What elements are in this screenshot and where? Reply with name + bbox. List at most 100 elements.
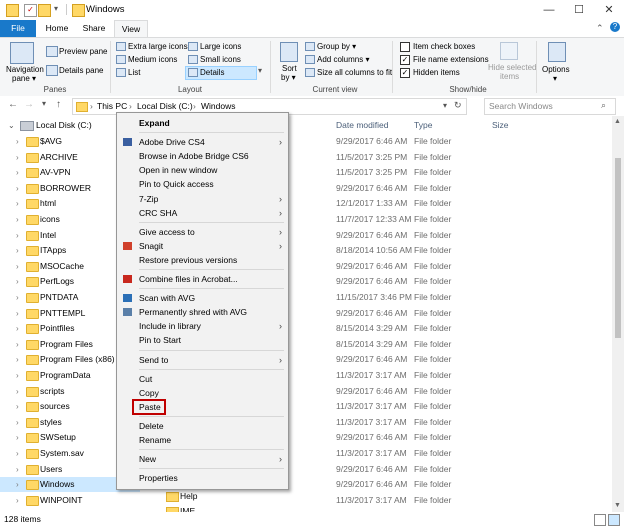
menu-item[interactable]: Cut (117, 372, 288, 386)
search-icon[interactable]: ⌕ (601, 100, 606, 111)
menu-item[interactable]: Scan with AVG (117, 291, 288, 305)
navigation-pane-label[interactable]: Navigation (6, 65, 44, 74)
sort-by-label[interactable]: Sort (282, 64, 297, 73)
menu-item[interactable]: Copy (117, 386, 288, 400)
menu-item[interactable]: New › (117, 452, 288, 466)
sort-by-icon[interactable] (280, 42, 298, 62)
navigation-pane-caret[interactable]: pane ▾ (12, 74, 36, 83)
new-folder-icon[interactable] (38, 4, 51, 17)
menu-item[interactable]: Paste (117, 400, 288, 414)
menu-item[interactable]: Properties (117, 471, 288, 485)
scrollbar[interactable]: ▲ ▼ (612, 116, 624, 512)
file-name-extensions-label[interactable]: File name extensions (413, 55, 489, 64)
menu-item[interactable]: Expand (117, 116, 288, 130)
tab-share[interactable]: Share (76, 20, 112, 37)
chevron-right-icon[interactable]: › (16, 384, 19, 399)
search-input[interactable]: Search Windows ⌕ (484, 98, 616, 115)
chevron-right-icon[interactable]: › (16, 306, 19, 321)
menu-item[interactable]: 7-Zip › (117, 192, 288, 206)
sort-by-caret[interactable]: by ▾ (281, 73, 296, 82)
chevron-right-icon[interactable]: › (16, 165, 19, 180)
file-name-row[interactable]: IME (140, 504, 330, 512)
hidden-items-checkbox[interactable]: ✓ (400, 68, 410, 78)
column-header-size[interactable]: Size (492, 120, 509, 130)
large-icons-option[interactable]: Large icons (200, 42, 241, 51)
tab-home[interactable]: Home (40, 20, 74, 37)
preview-pane-icon[interactable] (46, 46, 58, 57)
large-icons-view-icon[interactable] (608, 514, 620, 526)
file-name-extensions-checkbox[interactable]: ✓ (400, 55, 410, 65)
chevron-right-icon[interactable]: › (16, 415, 19, 430)
chevron-right-icon[interactable]: › (16, 150, 19, 165)
maximize-button[interactable]: ☐ (564, 0, 594, 20)
help-icon[interactable]: ? (610, 22, 620, 32)
chevron-right-icon[interactable]: › (16, 462, 19, 477)
forward-arrow-icon[interactable]: → (24, 99, 34, 110)
chevron-right-icon[interactable]: › (16, 321, 19, 336)
extra-large-icons-option[interactable]: Extra large icons (128, 42, 188, 51)
menu-item[interactable]: Include in library › (117, 319, 288, 333)
scroll-thumb[interactable] (615, 158, 621, 338)
chevron-right-icon[interactable]: › (16, 134, 19, 149)
layout-more-icon[interactable]: ▾ (258, 66, 262, 75)
breadcrumb-windows[interactable]: Windows (201, 101, 235, 111)
ribbon-collapse-icon[interactable]: ⌃ (596, 23, 604, 34)
small-icons-option[interactable]: Small icons (200, 55, 241, 64)
menu-item[interactable]: Combine files in Acrobat... (117, 272, 288, 286)
hide-selected-icon[interactable] (500, 42, 518, 60)
menu-item[interactable]: Restore previous versions (117, 253, 288, 267)
chevron-right-icon[interactable]: › (16, 352, 19, 367)
chevron-right-icon[interactable]: › (16, 196, 19, 211)
breadcrumb-local-disk[interactable]: Local Disk (C:) (137, 101, 193, 111)
menu-item[interactable]: CRC SHA › (117, 206, 288, 220)
navigation-pane-icon[interactable] (10, 42, 34, 64)
preview-pane-button[interactable]: Preview pane (59, 47, 107, 56)
close-button[interactable]: ✕ (594, 0, 624, 20)
list-option[interactable]: List (128, 68, 140, 77)
back-arrow-icon[interactable]: ← (8, 99, 18, 110)
chevron-right-icon[interactable]: › (16, 181, 19, 196)
scroll-down-icon[interactable]: ▼ (614, 502, 621, 509)
options-caret[interactable]: ▾ (553, 74, 557, 83)
properties-icon[interactable]: ✓ (24, 4, 37, 17)
item-check-boxes-label[interactable]: Item check boxes (413, 42, 475, 51)
minimize-button[interactable]: — (534, 0, 564, 20)
tab-view[interactable]: View (114, 20, 148, 38)
hidden-items-label[interactable]: Hidden items (413, 68, 460, 77)
menu-item[interactable]: Open in new window (117, 163, 288, 177)
recent-locations-icon[interactable]: ▾ (42, 99, 46, 108)
menu-item[interactable]: Send to › (117, 353, 288, 367)
hide-selected-label[interactable]: Hide selected (488, 63, 536, 72)
chevron-right-icon[interactable]: › (16, 337, 19, 352)
chevron-right-icon[interactable]: › (16, 493, 19, 508)
chevron-right-icon[interactable]: › (16, 430, 19, 445)
details-pane-icon[interactable] (46, 65, 58, 76)
chevron-right-icon[interactable]: › (16, 368, 19, 383)
chevron-right-icon[interactable]: › (16, 259, 19, 274)
menu-item[interactable]: Give access to › (117, 225, 288, 239)
menu-item[interactable]: Pin to Quick access (117, 177, 288, 191)
details-view-icon[interactable] (594, 514, 606, 526)
refresh-icon[interactable]: ↻ (454, 100, 462, 111)
chevron-right-icon[interactable]: › (16, 290, 19, 305)
menu-item[interactable]: Snagit › (117, 239, 288, 253)
details-option[interactable]: Details (200, 68, 224, 77)
item-check-boxes-checkbox[interactable] (400, 42, 410, 52)
menu-item[interactable]: Permanently shred with AVG (117, 305, 288, 319)
menu-item[interactable]: Browse in Adobe Bridge CS6 (117, 149, 288, 163)
chevron-right-icon[interactable]: › (16, 212, 19, 227)
menu-item[interactable]: Rename (117, 433, 288, 447)
options-button[interactable]: Options (542, 65, 570, 74)
nav-item[interactable]: › WINPOINT (0, 493, 140, 508)
chevron-right-icon[interactable]: › (16, 446, 19, 461)
column-header-date[interactable]: Date modified (336, 120, 388, 130)
chevron-right-icon[interactable]: › (16, 477, 19, 492)
menu-item[interactable]: Delete (117, 419, 288, 433)
menu-item[interactable]: Pin to Start (117, 333, 288, 347)
details-pane-button[interactable]: Details pane (59, 66, 103, 75)
column-header-type[interactable]: Type (414, 120, 432, 130)
chevron-right-icon[interactable]: › (16, 243, 19, 258)
chevron-right-icon[interactable]: › (16, 228, 19, 243)
customize-toolbar-icon[interactable]: ▾ (54, 4, 65, 15)
hide-selected-label-2[interactable]: items (500, 72, 519, 81)
